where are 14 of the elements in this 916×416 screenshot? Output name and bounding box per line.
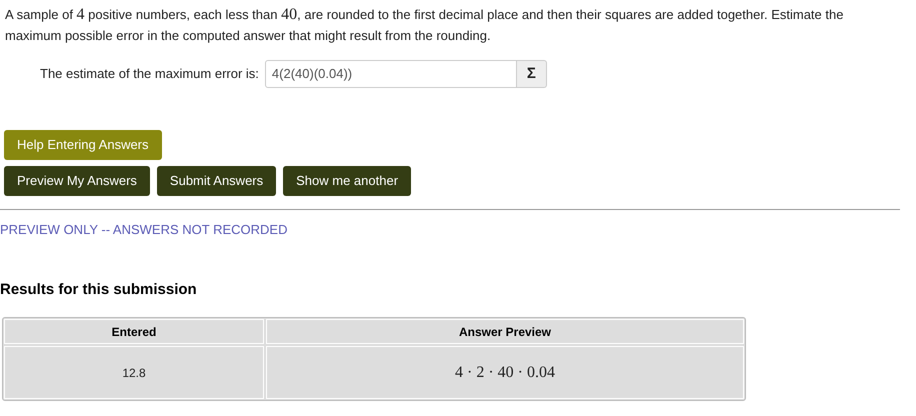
column-header: Answer Preview: [266, 319, 744, 344]
answer-field[interactable]: 4(2(40)(0.04)): [264, 60, 517, 88]
column-header: Entered: [4, 319, 264, 344]
table-cell: 12.8: [4, 346, 264, 399]
table-cell: 4 · 2 · 40 · 0.04: [266, 346, 744, 399]
problem-text: A sample of 4 positive numbers, each less than 40, are rounded to the first decimal place and then their squares are added together. Estimate the maximum possible error in the computed answer that might result from the rounding.: [5, 5, 844, 45]
action-button[interactable]: Submit Answers: [156, 166, 276, 196]
help-button[interactable]: Help Entering Answers: [4, 130, 162, 160]
equation-button[interactable]: Σ: [516, 60, 547, 88]
preview-notice: PREVIEW ONLY -- ANSWERS NOT RECORDED: [0, 221, 288, 239]
answer-label: The estimate of the maximum error is:: [40, 65, 259, 84]
action-button[interactable]: Show me another: [283, 166, 412, 196]
results-heading: Results for this submission: [0, 280, 198, 300]
action-button[interactable]: Preview My Answers: [4, 166, 150, 196]
